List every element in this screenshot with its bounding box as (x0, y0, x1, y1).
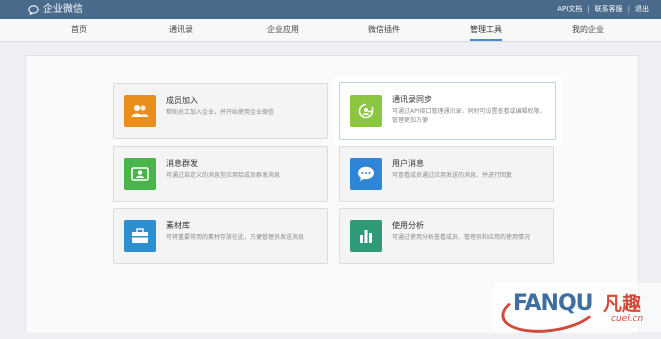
watermark-cn-text: 凡趣 (603, 293, 642, 315)
chat-icon (350, 158, 382, 190)
tool-card-member-join[interactable]: 成员加入 帮助员工加入企业，并开始使用企业微信 (113, 83, 328, 139)
nav-management-tools[interactable]: 管理工具 (470, 19, 502, 41)
separator: | (627, 5, 630, 13)
separator: | (587, 5, 590, 13)
nav-my-enterprise[interactable]: 我的企业 (572, 19, 604, 41)
tool-card-user-messages[interactable]: 用户消息 可查看成员通过应用发送的消息，并进行回复 (339, 146, 554, 202)
card-desc: 可查看成员通过应用发送的消息，并进行回复 (392, 172, 513, 179)
tool-card-contacts-sync[interactable]: 通讯录同步 可通过API接口管理通讯录，同时可设置查看或编辑权限，管理更加方便 (339, 82, 556, 140)
main-nav: 首页 通讯录 企业应用 微信插件 管理工具 我的企业 (0, 19, 661, 42)
nav-contacts[interactable]: 通讯录 (169, 19, 193, 41)
watermark-domain: cuel.cn (611, 314, 644, 324)
card-title: 素材库 (166, 221, 190, 230)
app-title: 企业微信 (43, 4, 83, 15)
tool-card-usage-analytics[interactable]: 使用分析 可通过使用分析查看成员、管理员和应用的使用情况 (339, 208, 554, 264)
top-bar: 企业微信 API文档 | 联系客服 | 退出 (0, 0, 661, 19)
tool-card-material-library[interactable]: 素材库 可将重要常用的素材存放在此，方便管理员发送消息 (113, 208, 328, 264)
card-title: 用户消息 (392, 159, 424, 168)
card-title: 通讯录同步 (392, 95, 432, 104)
card-desc: 帮助员工加入企业，并开始使用企业微信 (166, 109, 275, 116)
card-desc: 可通过使用分析查看成员、管理员和应用的使用情况 (392, 234, 531, 241)
contact-support-link[interactable]: 联系客服 (595, 4, 623, 15)
nav-wechat-plugin[interactable]: 微信插件 (368, 19, 400, 41)
card-title: 成员加入 (166, 96, 198, 105)
card-desc: 可通过API接口管理通讯录，同时可设置查看或编辑权限，管理更加方便 (392, 108, 546, 124)
watermark: FANQU 凡趣 cuel.cn (493, 281, 661, 339)
brand[interactable]: 企业微信 (28, 3, 83, 16)
card-desc: 可通过自定义的消息型应用给成员群发消息 (166, 172, 281, 179)
sync-icon (350, 95, 382, 127)
contacts-icon (124, 158, 156, 190)
briefcase-icon (124, 220, 156, 252)
api-docs-link[interactable]: API文档 (557, 4, 582, 15)
watermark-text: FANQU (513, 291, 594, 316)
people-icon (124, 95, 156, 127)
card-title: 使用分析 (392, 221, 424, 230)
header-links: API文档 | 联系客服 | 退出 (557, 4, 649, 15)
wechat-work-logo-icon (28, 4, 39, 15)
logout-link[interactable]: 退出 (635, 4, 649, 15)
nav-apps[interactable]: 企业应用 (267, 19, 299, 41)
nav-home[interactable]: 首页 (71, 19, 87, 41)
card-title: 消息群发 (166, 159, 198, 168)
card-desc: 可将重要常用的素材存放在此，方便管理员发送消息 (166, 234, 305, 241)
tool-card-mass-message[interactable]: 消息群发 可通过自定义的消息型应用给成员群发消息 (113, 146, 328, 202)
bar-chart-icon (350, 220, 382, 252)
